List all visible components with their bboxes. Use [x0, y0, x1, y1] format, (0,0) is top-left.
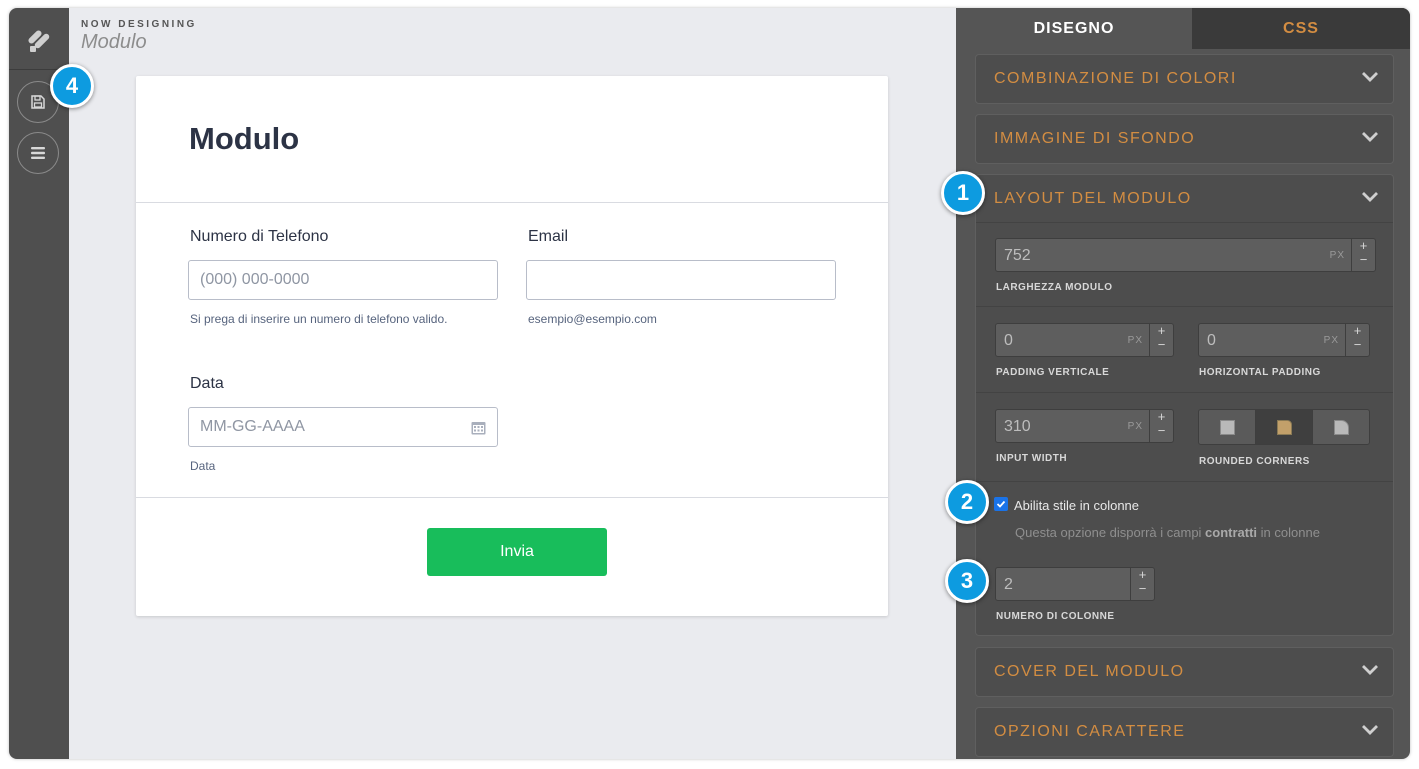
- rounded-corners-label: ROUNDED CORNERS: [1199, 456, 1310, 467]
- now-designing-label: NOW DESIGNING: [81, 19, 197, 30]
- form-width-label: LARGHEZZA MODULO: [996, 282, 1113, 293]
- form-width-value: 752: [1004, 247, 1031, 264]
- tab-css[interactable]: CSS: [1192, 8, 1410, 49]
- padding-horizontal-label: HORIZONTAL PADDING: [1199, 367, 1321, 378]
- padding-vertical-stepper[interactable]: + −: [1149, 324, 1173, 356]
- chevron-down-icon: [1362, 665, 1378, 675]
- columns-count-input[interactable]: 2 + −: [995, 567, 1155, 601]
- section-color-scheme-title: COMBINAZIONE DI COLORI: [994, 70, 1237, 87]
- columns-checkbox[interactable]: [994, 497, 1008, 511]
- input-width-stepper[interactable]: + −: [1149, 410, 1173, 442]
- divider: [976, 481, 1393, 482]
- chevron-down-icon: [1362, 725, 1378, 735]
- square-corner-icon: [1219, 419, 1235, 435]
- menu-button[interactable]: [17, 132, 59, 174]
- section-form-layout: LAYOUT DEL MODULO 752 PX + − LARGHEZZA MO…: [975, 174, 1394, 636]
- callout-badge-3: 3: [945, 559, 989, 603]
- form-header-divider: [136, 202, 888, 203]
- section-font-options-title: OPZIONI CARATTERE: [994, 723, 1186, 740]
- section-background-image[interactable]: IMMAGINE DI SFONDO: [975, 114, 1394, 164]
- form-width-stepper[interactable]: + −: [1351, 239, 1375, 271]
- padding-vertical-unit: PX: [1127, 335, 1143, 346]
- divider: [976, 306, 1393, 307]
- date-sublabel: Data: [190, 459, 216, 473]
- callout-badge-2: 2: [945, 480, 989, 524]
- padding-vertical-input[interactable]: 0 PX + −: [995, 323, 1174, 357]
- submit-button[interactable]: Invia: [427, 528, 607, 576]
- phone-sublabel: Si prega di inserire un numero di telefo…: [190, 312, 448, 326]
- phone-input[interactable]: (000) 000-0000: [188, 260, 498, 300]
- padding-horizontal-stepper[interactable]: + −: [1345, 324, 1369, 356]
- padding-horizontal-input[interactable]: 0 PX + −: [1198, 323, 1370, 357]
- date-placeholder: MM-GG-AAAA: [200, 418, 305, 435]
- input-width-input[interactable]: 310 PX + −: [995, 409, 1174, 443]
- padding-horizontal-unit: PX: [1323, 335, 1339, 346]
- phone-placeholder: (000) 000-0000: [200, 271, 310, 288]
- columns-count-label: NUMERO DI COLONNE: [996, 611, 1115, 622]
- checkmark-icon: [996, 500, 1006, 508]
- tab-disegno[interactable]: DISEGNO: [956, 8, 1192, 49]
- columns-hint-prefix: Questa opzione disporrà i campi: [1015, 525, 1206, 540]
- corner-square-button[interactable]: [1199, 410, 1256, 444]
- section-font-options[interactable]: OPZIONI CARATTERE: [975, 707, 1394, 757]
- columns-hint-bold: contratti: [1205, 525, 1258, 540]
- left-rail: [9, 8, 69, 759]
- columns-checkbox-label[interactable]: Abilita stile in colonne: [1014, 498, 1139, 513]
- date-input[interactable]: MM-GG-AAAA: [188, 407, 498, 447]
- rounded-corners-selector: [1198, 409, 1370, 445]
- form-width-input[interactable]: 752 PX + −: [995, 238, 1376, 272]
- columns-hint-suffix: in colonne: [1257, 525, 1320, 540]
- phone-label: Numero di Telefono: [190, 228, 329, 245]
- section-form-cover[interactable]: COVER DEL MODULO: [975, 647, 1394, 697]
- app-window: NOW DESIGNING Modulo Modulo Numero di Te…: [9, 8, 1410, 759]
- section-form-layout-title[interactable]: LAYOUT DEL MODULO: [976, 175, 1393, 223]
- chevron-down-icon[interactable]: [1361, 191, 1379, 203]
- section-color-scheme[interactable]: COMBINAZIONE DI COLORI: [975, 54, 1394, 104]
- callout-badge-4: 4: [50, 64, 94, 108]
- form-width-unit: PX: [1329, 250, 1345, 261]
- form-preview-card: Modulo Numero di Telefono (000) 000-0000…: [136, 76, 888, 616]
- columns-count-value: 2: [1004, 576, 1013, 593]
- columns-hint: Questa opzione disporrà i campi contratt…: [1015, 525, 1320, 540]
- date-label: Data: [190, 375, 224, 392]
- email-input[interactable]: [526, 260, 836, 300]
- chevron-down-icon: [1362, 132, 1378, 142]
- divider: [976, 392, 1393, 393]
- chevron-down-icon: [1362, 72, 1378, 82]
- corner-round-button[interactable]: [1313, 410, 1369, 444]
- designer-panel: DISEGNO CSS COMBINAZIONE DI COLORI IMMAG…: [956, 8, 1410, 759]
- input-width-unit: PX: [1127, 421, 1143, 432]
- jotform-logo-icon[interactable]: [9, 8, 69, 70]
- email-sublabel: esempio@esempio.com: [528, 312, 657, 326]
- callout-badge-1: 1: [941, 171, 985, 215]
- padding-vertical-value: 0: [1004, 332, 1013, 349]
- round-corner-icon: [1333, 419, 1349, 435]
- section-background-image-title: IMMAGINE DI SFONDO: [994, 130, 1196, 147]
- medium-corner-icon: [1276, 419, 1292, 435]
- email-label: Email: [528, 228, 569, 245]
- save-icon: [31, 95, 45, 109]
- columns-count-stepper[interactable]: + −: [1130, 568, 1154, 600]
- form-name-title: Modulo: [81, 31, 147, 53]
- calendar-icon[interactable]: [471, 420, 486, 435]
- form-footer-divider: [136, 497, 888, 498]
- input-width-value: 310: [1004, 418, 1031, 435]
- divider: [976, 222, 1393, 223]
- padding-horizontal-value: 0: [1207, 332, 1216, 349]
- section-form-cover-title: COVER DEL MODULO: [994, 663, 1185, 680]
- padding-vertical-label: PADDING VERTICALE: [996, 367, 1110, 378]
- corner-medium-button[interactable]: [1256, 410, 1313, 444]
- input-width-label: INPUT WIDTH: [996, 453, 1068, 464]
- menu-icon: [31, 147, 45, 159]
- form-title[interactable]: Modulo: [189, 121, 299, 157]
